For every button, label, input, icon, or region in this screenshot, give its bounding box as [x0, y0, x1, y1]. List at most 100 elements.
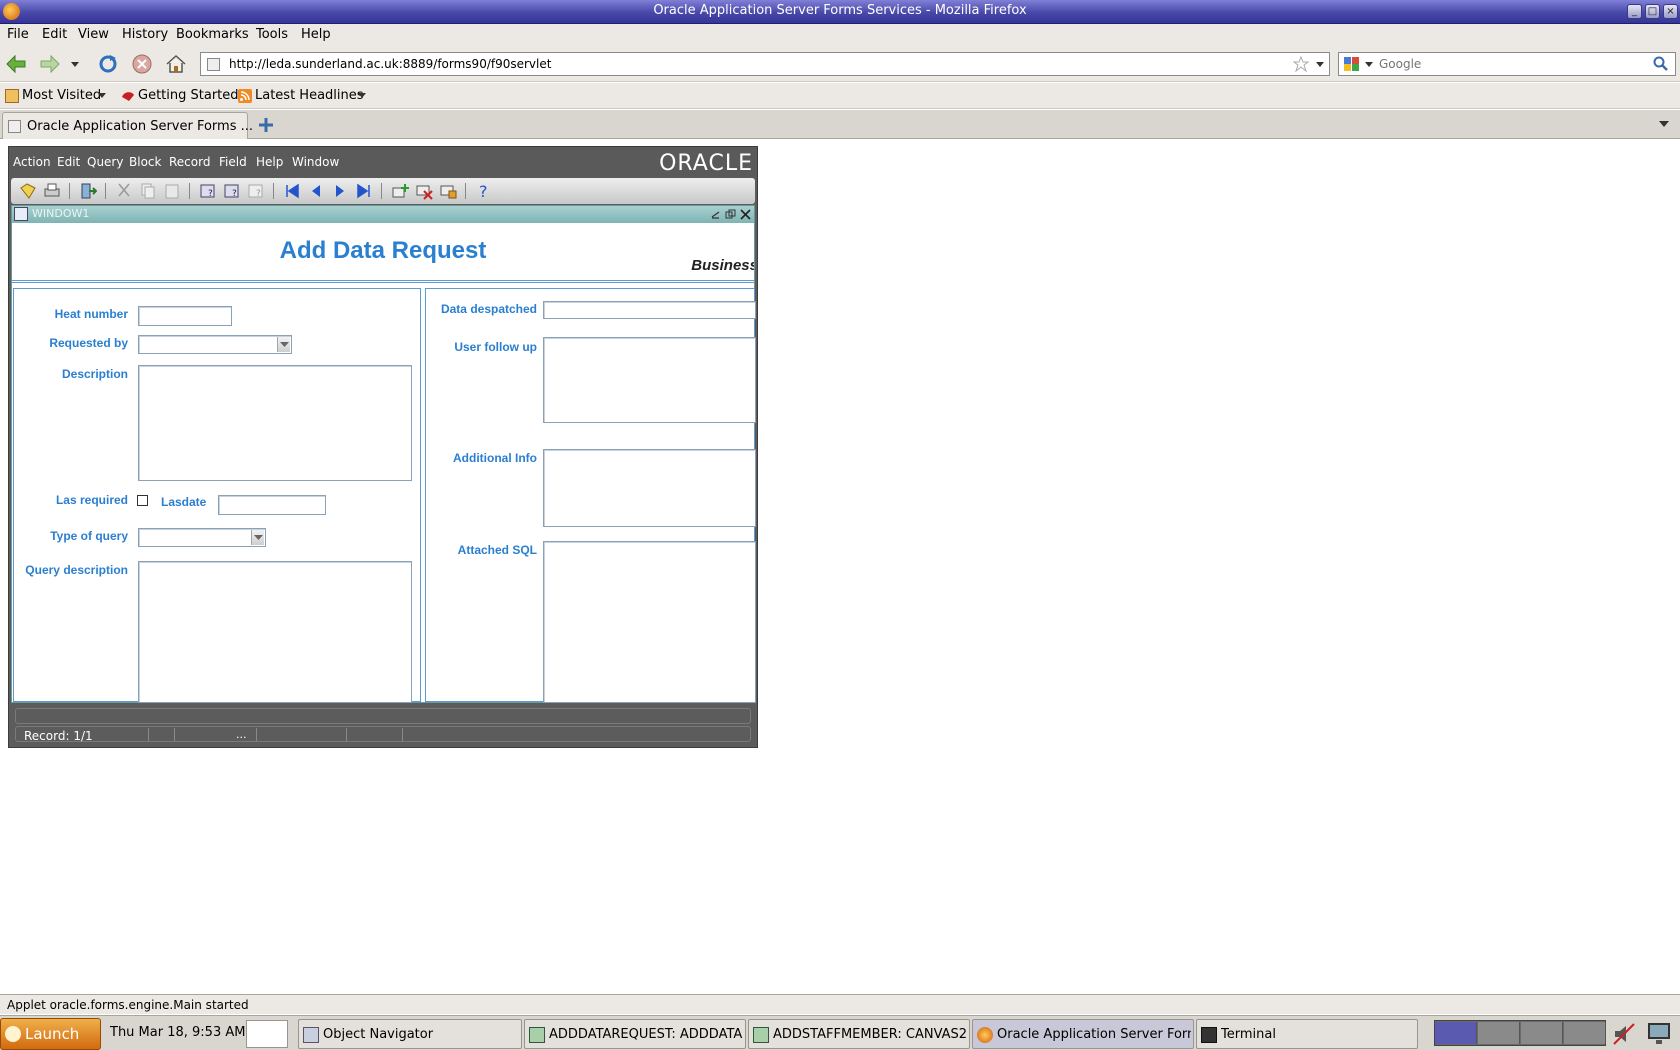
url-bar[interactable]: http://leda.sunderland.ac.uk:8889/forms9…	[200, 52, 1330, 76]
menu-view[interactable]: View	[78, 27, 109, 42]
menu-bookmarks[interactable]: Bookmarks	[176, 27, 249, 42]
menubar: File Edit View History Bookmarks Tools H…	[0, 24, 1680, 46]
chevron-down-icon[interactable]	[357, 91, 367, 99]
restore-icon[interactable]	[725, 209, 736, 220]
close-icon[interactable]	[740, 209, 751, 220]
copy-icon[interactable]	[139, 182, 157, 200]
bookmark-most-visited[interactable]: Most Visited	[22, 88, 101, 103]
show-desktop-button[interactable]	[246, 1020, 288, 1048]
additional-info-field[interactable]	[543, 449, 756, 527]
workspace-2[interactable]	[1478, 1022, 1520, 1044]
chevron-down-icon[interactable]	[277, 337, 290, 352]
stop-icon[interactable]	[130, 53, 154, 75]
forms-menu-edit[interactable]: Edit	[57, 155, 80, 169]
bookmark-latest-headlines[interactable]: Latest Headlines	[255, 88, 364, 103]
clock[interactable]: Thu Mar 18, 9:53 AM	[110, 1025, 245, 1040]
forms-menu-help[interactable]: Help	[256, 155, 283, 169]
save-icon[interactable]	[19, 182, 37, 200]
rss-icon	[238, 89, 252, 103]
description-field[interactable]	[138, 365, 412, 481]
menu-file[interactable]: File	[7, 27, 29, 42]
cancel-query-icon[interactable]: ?	[247, 182, 265, 200]
app-icon	[529, 1027, 545, 1043]
search-box[interactable]	[1338, 52, 1676, 76]
minimize-button[interactable]: _	[1627, 4, 1642, 19]
launch-button[interactable]: Launch	[0, 1018, 101, 1050]
workspace-3[interactable]	[1521, 1022, 1563, 1044]
menu-tools[interactable]: Tools	[256, 27, 288, 42]
workspace-1[interactable]	[1435, 1022, 1477, 1044]
url-dropdown-icon[interactable]	[1313, 56, 1327, 72]
heat-number-field[interactable]	[138, 306, 232, 326]
exit-icon[interactable]	[79, 182, 97, 200]
enter-query-icon[interactable]: ?	[199, 182, 217, 200]
last-record-icon[interactable]	[355, 182, 373, 200]
help-icon[interactable]: ?	[475, 182, 493, 200]
additional-info-label: Additional Info	[453, 451, 537, 465]
taskbar-adddatarequest[interactable]: ADDDATAREQUEST: ADDDATAR	[524, 1019, 746, 1049]
workspace-4[interactable]	[1564, 1022, 1606, 1044]
chevron-down-icon[interactable]	[97, 91, 107, 99]
taskbar-terminal[interactable]: Terminal	[1196, 1019, 1418, 1049]
first-record-icon[interactable]	[283, 182, 301, 200]
menu-history[interactable]: History	[122, 27, 168, 42]
back-icon[interactable]	[5, 53, 29, 75]
chevron-down-icon[interactable]	[251, 530, 264, 545]
forward-icon[interactable]	[37, 53, 61, 75]
menu-edit[interactable]: Edit	[42, 27, 67, 42]
previous-record-icon[interactable]	[307, 182, 325, 200]
taskbar-addstaffmember[interactable]: ADDSTAFFMEMBER: CANVAS22	[748, 1019, 970, 1049]
type-of-query-select[interactable]	[138, 528, 266, 547]
search-icon[interactable]	[1653, 56, 1669, 72]
menu-help[interactable]: Help	[301, 27, 331, 42]
history-dropdown-icon[interactable]	[68, 53, 82, 75]
record-counter: Record: 1/1	[24, 729, 93, 743]
next-record-icon[interactable]	[331, 182, 349, 200]
insert-record-icon[interactable]	[391, 182, 409, 200]
home-icon[interactable]	[164, 53, 188, 75]
attached-sql-label: Attached SQL	[457, 543, 537, 557]
bookmark-star-icon[interactable]	[1293, 56, 1309, 72]
query-description-field[interactable]	[138, 561, 412, 703]
tab-list-dropdown-icon[interactable]	[1658, 119, 1670, 129]
taskbar-object-navigator[interactable]: Object Navigator	[298, 1019, 522, 1049]
forms-menu-window[interactable]: Window	[292, 155, 339, 169]
delete-record-icon[interactable]	[415, 182, 433, 200]
lock-record-icon[interactable]	[439, 182, 457, 200]
getting-started-icon	[120, 89, 136, 103]
window-icon	[14, 207, 28, 221]
forms-menu-field[interactable]: Field	[219, 155, 247, 169]
las-required-checkbox[interactable]	[137, 495, 148, 506]
maximize-button[interactable]: □	[1645, 4, 1660, 19]
volume-muted-icon[interactable]	[1612, 1022, 1636, 1046]
requested-by-select[interactable]	[138, 335, 292, 354]
new-tab-icon[interactable]	[257, 116, 275, 134]
minimize-icon[interactable]	[710, 209, 721, 220]
search-input[interactable]	[1379, 55, 1649, 73]
paste-icon[interactable]	[163, 182, 181, 200]
forms-menu-query[interactable]: Query	[87, 155, 123, 169]
cut-icon[interactable]	[115, 182, 133, 200]
forms-menu-record[interactable]: Record	[169, 155, 210, 169]
bookmark-getting-started[interactable]: Getting Started	[138, 88, 239, 103]
query-description-label: Query description	[25, 563, 128, 577]
google-icon[interactable]	[1343, 56, 1361, 72]
lasdate-label: Lasdate	[161, 495, 207, 509]
forms-menu-block[interactable]: Block	[129, 155, 161, 169]
app-icon	[753, 1027, 769, 1043]
close-window-button[interactable]: ×	[1663, 4, 1678, 19]
print-icon[interactable]	[43, 182, 61, 200]
taskbar-oracle-forms[interactable]: Oracle Application Server Forms	[972, 1019, 1194, 1049]
monitor-icon[interactable]	[1644, 1020, 1674, 1048]
workspace-pager[interactable]	[1434, 1020, 1606, 1046]
data-despatched-field[interactable]	[543, 301, 756, 319]
reload-icon[interactable]	[96, 53, 120, 75]
tab-oracle-forms[interactable]: Oracle Application Server Forms ...	[2, 112, 253, 139]
las-required-label: Las required	[55, 493, 128, 507]
search-engine-dropdown-icon[interactable]	[1363, 57, 1375, 71]
user-follow-up-field[interactable]	[543, 337, 756, 423]
attached-sql-field[interactable]	[543, 541, 756, 703]
lasdate-field[interactable]	[218, 495, 326, 515]
execute-query-icon[interactable]: ?	[223, 182, 241, 200]
forms-menu-action[interactable]: Action	[13, 155, 51, 169]
